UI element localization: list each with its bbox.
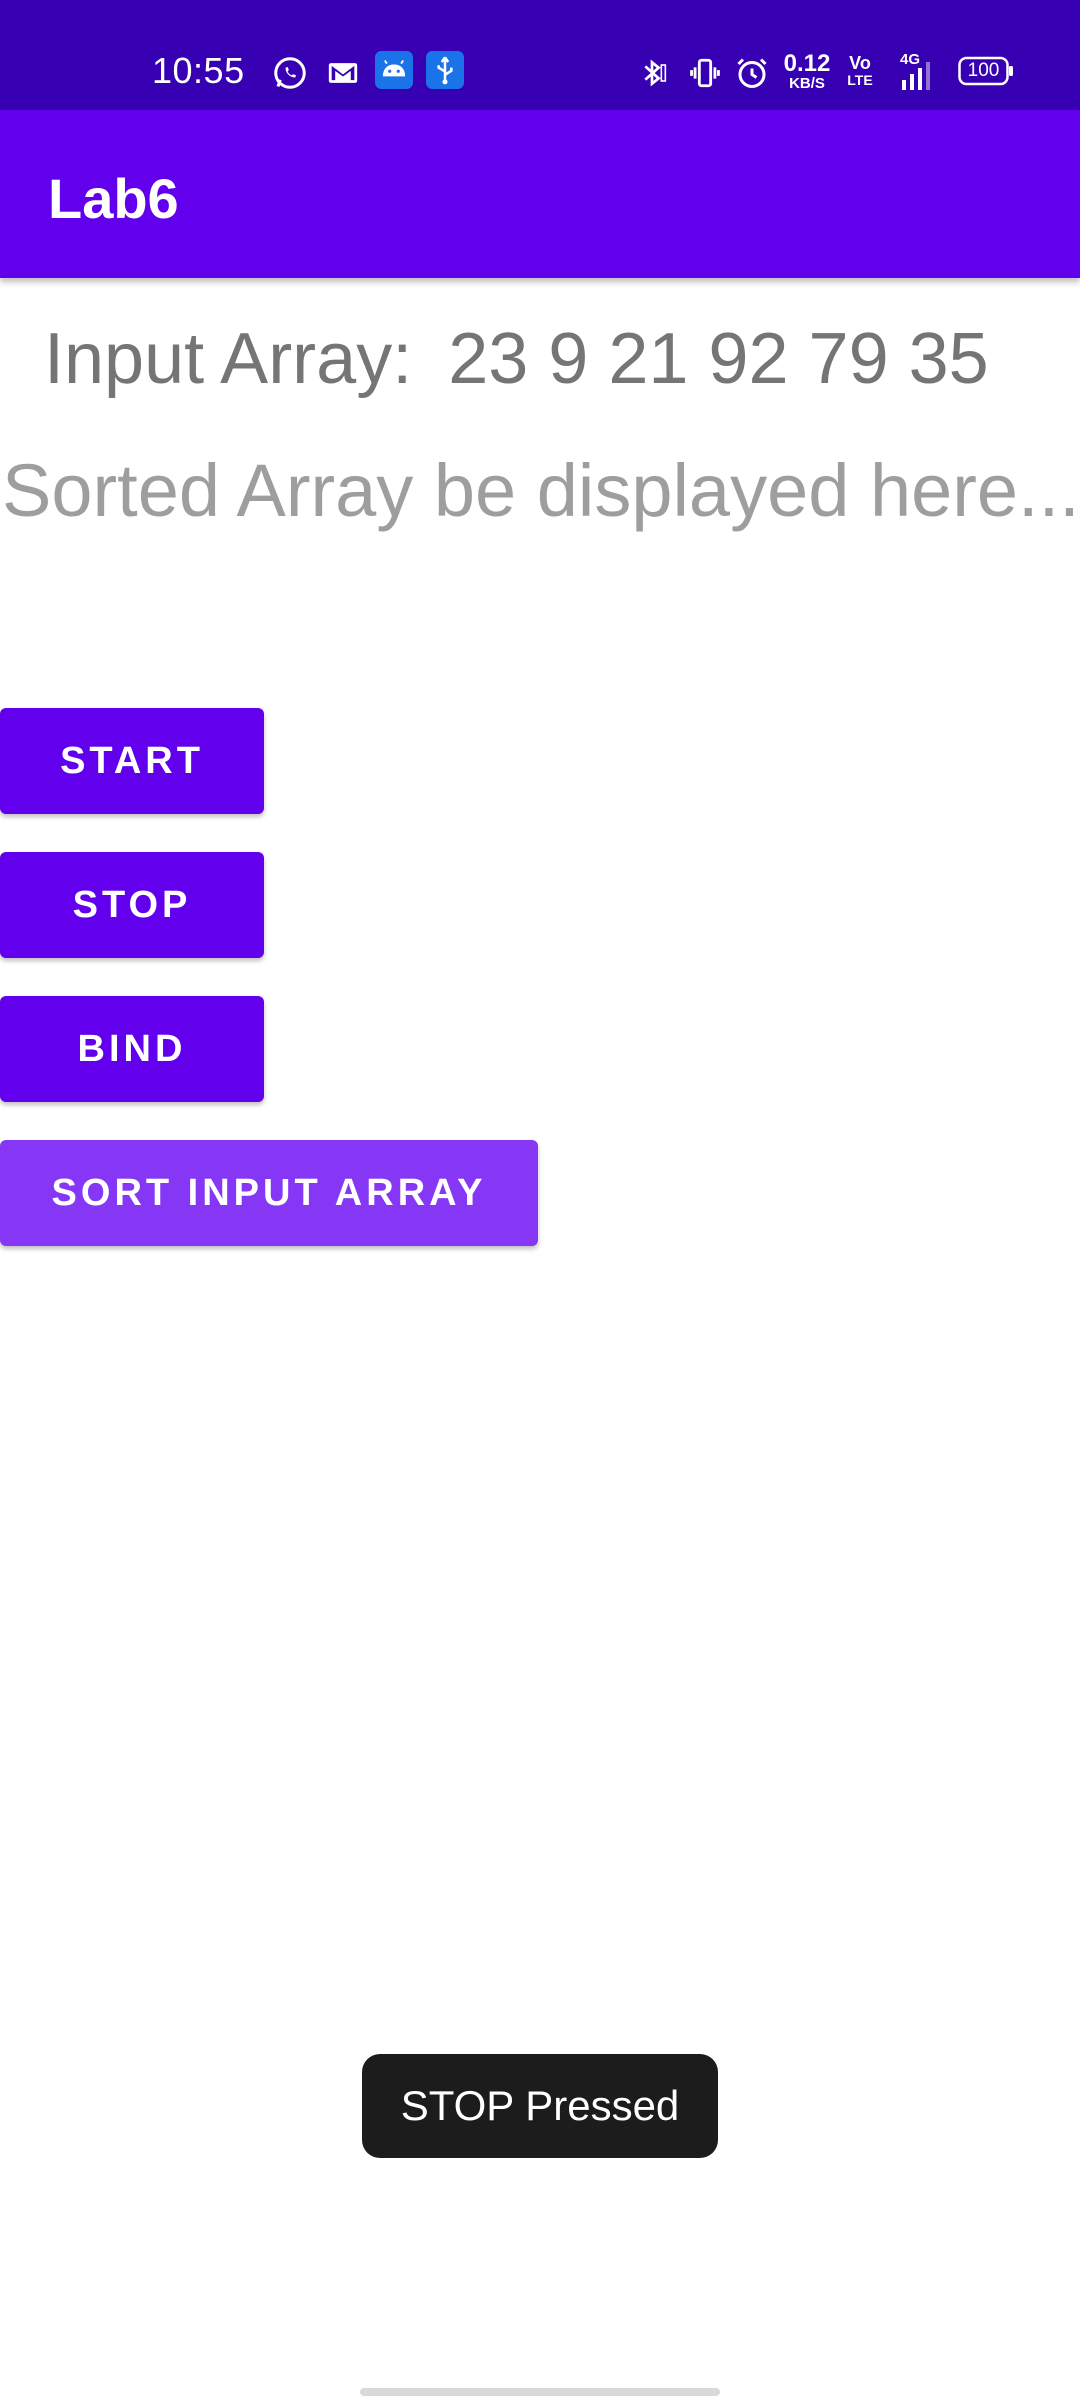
bluetooth-icon: [644, 59, 667, 87]
alarm-icon: [737, 58, 767, 88]
status-bar: 10:55 0.12 KB/S Vo LTE 4G 100: [0, 0, 1080, 110]
gmail-icon: [328, 63, 358, 83]
toast-message: STOP Pressed: [362, 2054, 718, 2158]
stop-button[interactable]: STOP: [0, 852, 264, 958]
network-speed: 0.12 KB/S: [782, 52, 832, 92]
input-array-label: Input Array:: [44, 319, 413, 399]
app-bar: Lab6: [0, 110, 1080, 278]
network-speed-unit: KB/S: [789, 75, 825, 92]
battery-indicator: 100: [958, 56, 1014, 86]
status-time: 10:55: [152, 50, 245, 91]
android-icon: [375, 51, 413, 89]
input-array-text: Input Array: 23 9 21 92 79 35: [44, 318, 989, 400]
network-speed-value: 0.12: [783, 50, 831, 77]
input-array-values: 23 9 21 92 79 35: [448, 319, 989, 399]
bind-button[interactable]: BIND: [0, 996, 264, 1102]
usb-icon: [426, 51, 464, 89]
signal-indicator: 4G: [892, 52, 942, 92]
vibrate-icon: [690, 58, 720, 88]
volte-bottom: LTE: [847, 72, 873, 88]
gesture-nav-handle[interactable]: [360, 2388, 720, 2396]
volte-top: Vo: [849, 53, 871, 73]
whatsapp-icon: [274, 57, 306, 89]
app-title: Lab6: [48, 167, 179, 230]
start-button[interactable]: START: [0, 708, 264, 814]
volte-indicator: Vo LTE: [846, 54, 874, 88]
battery-level: 100: [967, 60, 1000, 81]
sorted-array-output: Sorted Array be displayed here...: [2, 449, 1080, 532]
signal-icon: [902, 62, 930, 90]
sort-input-array-button[interactable]: SORT INPUT ARRAY: [0, 1140, 538, 1246]
